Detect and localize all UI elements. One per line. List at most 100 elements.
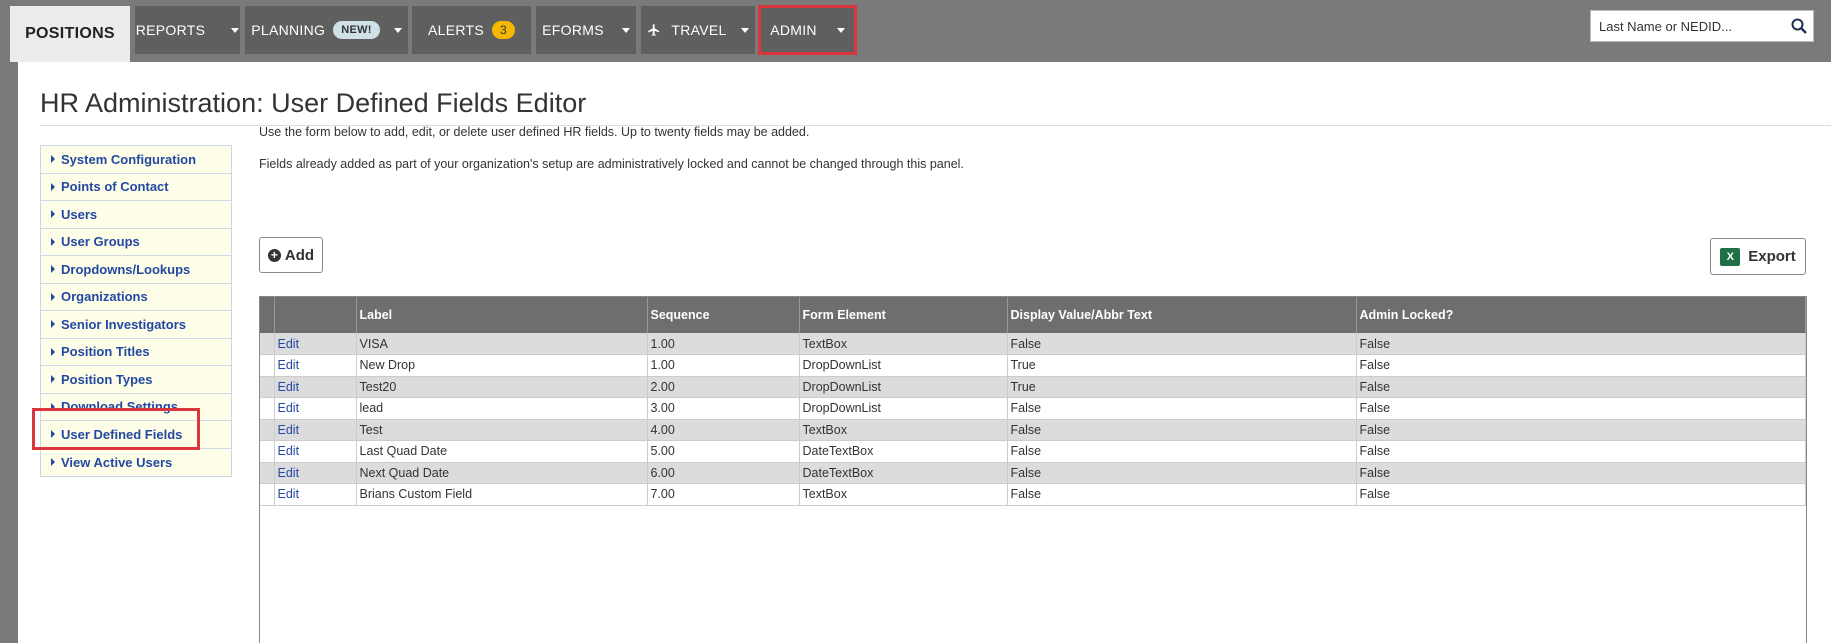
sidebar-item-label: System Configuration [61,151,197,167]
top-nav-bar: POSITIONS REPORTS PLANNING NEW! ALERTS 3… [0,0,1831,62]
search-box [1590,10,1814,42]
row-spacer [260,419,275,441]
new-badge: NEW! [333,21,380,39]
cell-label: Test [356,419,648,441]
cell-display-value: False [1007,440,1357,463]
add-button[interactable]: + Add [259,237,323,273]
edit-link[interactable]: Edit [274,462,357,484]
plus-circle-icon: + [267,248,281,262]
tab-positions[interactable]: POSITIONS [10,6,130,62]
cell-admin-locked: False [1356,354,1806,377]
tab-travel[interactable]: TRAVEL [641,6,755,54]
caret-right-icon [51,347,55,356]
sidebar-item-position-titles[interactable]: Position Titles [41,338,231,366]
tab-eforms[interactable]: EFORMS [536,6,636,54]
cell-admin-locked: False [1356,376,1806,398]
cell-display-value: False [1007,462,1357,484]
sidebar-item-user-groups[interactable]: User Groups [41,228,231,256]
search-icon[interactable] [1785,18,1813,34]
tab-reports[interactable]: REPORTS [135,6,240,54]
sidebar-item-download-settings[interactable]: Download Settings [41,393,231,421]
caret-right-icon [51,430,55,439]
row-spacer [260,333,275,355]
caret-right-icon [51,265,55,274]
table-row: Edit Last Quad Date 5.00 DateTextBox Fal… [260,440,1806,463]
sidebar-item-points-of-contact[interactable]: Points of Contact [41,173,231,201]
chevron-down-icon[interactable] [393,27,402,33]
sidebar-item-system-configuration[interactable]: System Configuration [41,146,231,174]
row-spacer [260,483,275,506]
column-header-display-value[interactable]: Display Value/Abbr Text [1007,297,1357,333]
cell-sequence: 5.00 [647,440,800,463]
chevron-down-icon[interactable] [740,27,749,33]
sidebar-item-position-types[interactable]: Position Types [41,366,231,394]
row-spacer [260,397,275,420]
sidebar-item-users[interactable]: Users [41,201,231,229]
edit-link[interactable]: Edit [274,440,357,463]
cell-display-value: True [1007,354,1357,377]
cell-form-element: TextBox [799,419,1008,441]
cell-sequence: 1.00 [647,354,800,377]
tab-label: EFORMS [542,22,604,38]
cell-admin-locked: False [1356,419,1806,441]
cell-sequence: 4.00 [647,419,800,441]
column-header [260,297,275,333]
cell-label: Last Quad Date [356,440,648,463]
edit-link[interactable]: Edit [274,483,357,506]
edit-link[interactable]: Edit [274,376,357,398]
sidebar-item-label: Dropdowns/Lookups [61,261,191,277]
sidebar-item-label: Organizations [61,289,148,305]
cell-label: New Drop [356,354,648,377]
excel-icon: X [1720,247,1741,266]
cell-form-element: TextBox [799,483,1008,506]
cell-display-value: False [1007,419,1357,441]
table-row: Edit lead 3.00 DropDownList False False [260,397,1806,420]
tab-alerts[interactable]: ALERTS 3 [412,6,531,54]
sidebar-item-label: User Defined Fields [61,426,183,442]
cell-form-element: DropDownList [799,354,1008,377]
tab-label: TRAVEL [671,22,727,38]
row-spacer [260,462,275,484]
chevron-down-icon[interactable] [231,27,240,33]
sidebar-item-organizations[interactable]: Organizations [41,283,231,311]
edit-link[interactable]: Edit [274,333,357,355]
cell-form-element: DateTextBox [799,462,1008,484]
column-header [274,297,357,333]
column-header-admin-locked[interactable]: Admin Locked? [1356,297,1806,333]
export-button-label: Export [1748,248,1796,265]
column-header-label[interactable]: Label [356,297,648,333]
caret-right-icon [51,320,55,329]
sidebar-item-dropdowns-lookups[interactable]: Dropdowns/Lookups [41,256,231,284]
sidebar-item-view-active-users[interactable]: View Active Users [41,448,231,476]
cell-sequence: 1.00 [647,333,800,355]
sidebar-item-senior-investigators[interactable]: Senior Investigators [41,311,231,339]
tab-planning[interactable]: PLANNING NEW! [245,6,408,54]
column-header-form-element[interactable]: Form Element [799,297,1008,333]
caret-right-icon [51,375,55,384]
table-row: Edit New Drop 1.00 DropDownList True Fal… [260,354,1806,377]
tab-label: PLANNING [251,22,326,38]
column-header-sequence[interactable]: Sequence [647,297,800,333]
chevron-down-icon[interactable] [836,27,845,33]
sidebar-item-user-defined-fields[interactable]: User Defined Fields [41,421,231,449]
edit-link[interactable]: Edit [274,354,357,377]
cell-sequence: 3.00 [647,397,800,420]
sidebar-item-label: Position Titles [61,344,150,360]
cell-sequence: 6.00 [647,462,800,484]
cell-sequence: 7.00 [647,483,800,506]
cell-sequence: 2.00 [647,376,800,398]
edit-link[interactable]: Edit [274,419,357,441]
search-input[interactable] [1591,12,1785,40]
row-spacer [260,376,275,398]
cell-display-value: False [1007,397,1357,420]
caret-right-icon [51,182,55,191]
export-button[interactable]: X Export [1710,238,1806,275]
airplane-icon [647,23,661,37]
row-spacer [260,440,275,463]
tab-admin[interactable]: ADMIN [758,5,857,55]
cell-display-value: False [1007,333,1357,355]
admin-sidebar: System Configuration Points of Contact U… [40,145,232,477]
sidebar-item-label: User Groups [61,234,140,250]
edit-link[interactable]: Edit [274,397,357,420]
chevron-down-icon[interactable] [621,27,630,33]
